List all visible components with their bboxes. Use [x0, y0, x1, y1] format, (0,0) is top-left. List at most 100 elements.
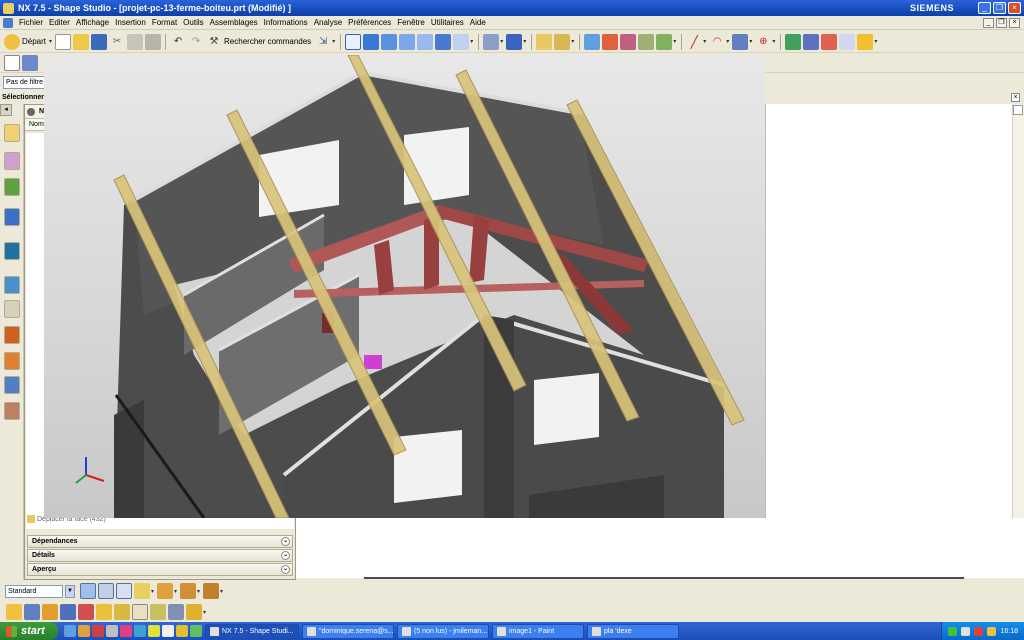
- panel-close-icon[interactable]: ×: [1011, 93, 1020, 102]
- lights-icon[interactable]: [134, 583, 150, 599]
- surface-analysis-icon[interactable]: [584, 33, 601, 50]
- menu-informations[interactable]: Informations: [261, 18, 311, 27]
- menu-outils[interactable]: Outils: [180, 18, 206, 27]
- command-finder-icon[interactable]: ⚒: [206, 34, 222, 50]
- taskbar-button-pla[interactable]: pla 'dexe: [587, 623, 679, 639]
- assembly-navigator-tab-icon[interactable]: [4, 152, 20, 170]
- extrude-icon[interactable]: [785, 33, 802, 50]
- media-icon[interactable]: [92, 625, 104, 637]
- folder-icon[interactable]: [148, 625, 160, 637]
- name-column-label[interactable]: Nom: [29, 121, 44, 128]
- paste-icon[interactable]: [145, 33, 162, 50]
- line-icon[interactable]: ╱: [686, 34, 702, 50]
- close-button[interactable]: ×: [1008, 2, 1021, 14]
- analysis-dropdown-icon[interactable]: ▾: [673, 38, 676, 45]
- layer-icon[interactable]: [483, 33, 500, 50]
- snap-icon[interactable]: [42, 604, 58, 620]
- network-icon[interactable]: [948, 626, 958, 636]
- spline-dropdown-icon[interactable]: ▾: [749, 38, 752, 45]
- pin-icon[interactable]: [27, 107, 35, 116]
- antivirus-icon[interactable]: [974, 626, 984, 636]
- palette-tab-icon[interactable]: [4, 300, 20, 318]
- menu-assemblages[interactable]: Assemblages: [207, 18, 261, 27]
- chevron-down-icon[interactable]: ⌄: [281, 565, 290, 574]
- cut-icon[interactable]: ✂: [109, 34, 125, 50]
- save-icon[interactable]: [91, 33, 108, 50]
- back-arrow-icon[interactable]: ◂: [0, 104, 12, 116]
- chamfer-icon[interactable]: [857, 33, 874, 50]
- graphics-window[interactable]: [44, 55, 765, 518]
- volume-icon[interactable]: [961, 626, 971, 636]
- spline-icon[interactable]: [732, 33, 749, 50]
- clock-tab-icon[interactable]: [4, 276, 20, 294]
- fit-view-icon[interactable]: [345, 33, 362, 50]
- start-button-label[interactable]: Départ: [22, 37, 46, 46]
- clock[interactable]: 16:18: [1000, 628, 1018, 635]
- studio-dropdown-icon[interactable]: ▾: [220, 588, 223, 595]
- menu-affichage[interactable]: Affichage: [73, 18, 112, 27]
- filter-dropdown-icon[interactable]: ▾: [332, 38, 335, 45]
- view-front-icon[interactable]: [363, 33, 380, 50]
- command-finder-label[interactable]: Rechercher commandes: [224, 37, 311, 46]
- move-icon[interactable]: [186, 604, 202, 620]
- process-studio-tab-icon[interactable]: [4, 326, 20, 344]
- view-iso-icon[interactable]: [381, 33, 398, 50]
- display-dropdown-icon[interactable]: ▾: [523, 38, 526, 45]
- mirror-icon[interactable]: [78, 604, 94, 620]
- system-scene-tab-icon[interactable]: [4, 376, 20, 394]
- nx-launch-icon[interactable]: [176, 625, 188, 637]
- history-tab-icon[interactable]: [4, 242, 20, 260]
- revolve-icon[interactable]: [803, 33, 820, 50]
- texture-icon[interactable]: [180, 583, 197, 599]
- pattern-icon[interactable]: [96, 604, 112, 620]
- house-3d-model[interactable]: [44, 55, 765, 518]
- messenger-tray-icon[interactable]: [987, 626, 997, 636]
- view-dropdown-icon[interactable]: ▾: [470, 38, 473, 45]
- menu-editer[interactable]: Editer: [46, 18, 73, 27]
- part-navigator-tab-icon[interactable]: [4, 124, 20, 142]
- constraint-icon[interactable]: [60, 604, 76, 620]
- reuse-library-tab-icon[interactable]: [4, 178, 20, 196]
- wireframe-icon[interactable]: [116, 583, 132, 599]
- chevron-down-icon[interactable]: ▼: [65, 584, 75, 598]
- chevron-down-icon[interactable]: ⌄: [281, 537, 290, 546]
- studio-icon[interactable]: [203, 583, 220, 599]
- menu-preferences[interactable]: Préférences: [345, 18, 394, 27]
- minimize-button[interactable]: _: [978, 2, 991, 14]
- explorer-icon[interactable]: [78, 625, 90, 637]
- view-style-select[interactable]: Standard: [5, 584, 63, 598]
- notepad-icon[interactable]: [162, 625, 174, 637]
- undo-icon[interactable]: ↶: [170, 34, 186, 50]
- app-icon[interactable]: [120, 625, 132, 637]
- lights-dropdown-icon[interactable]: ▾: [151, 588, 154, 595]
- messenger-icon[interactable]: [134, 625, 146, 637]
- open-folder-icon[interactable]: [73, 33, 90, 50]
- line-dropdown-icon[interactable]: ▾: [703, 38, 706, 45]
- details-section[interactable]: Détails ⌄: [27, 549, 293, 562]
- move-dropdown-icon[interactable]: ▾: [203, 609, 206, 616]
- blend-icon[interactable]: [839, 33, 856, 50]
- roles-tab-icon[interactable]: [4, 352, 20, 370]
- sketch-icon[interactable]: [4, 54, 20, 71]
- start-dropdown-icon[interactable]: ▾: [49, 38, 52, 45]
- user-role-tab-icon[interactable]: [4, 402, 20, 420]
- view-right-icon[interactable]: [417, 33, 434, 50]
- doc-restore-button[interactable]: ❐: [996, 17, 1007, 28]
- highlighted-face[interactable]: [364, 355, 382, 369]
- document-menu-icon[interactable]: [3, 17, 13, 28]
- taskbar-button-mail[interactable]: "dominique.serena@s...: [302, 623, 394, 639]
- ie-icon[interactable]: [64, 625, 76, 637]
- draft-icon[interactable]: [620, 33, 637, 50]
- selection-filter-icon[interactable]: ⇲: [315, 34, 331, 50]
- deviation-icon[interactable]: [656, 33, 673, 50]
- chevron-down-icon[interactable]: ⌄: [281, 551, 290, 560]
- datum-plane-icon[interactable]: [22, 54, 38, 71]
- material-dropdown-icon[interactable]: ▾: [174, 588, 177, 595]
- scroll-up-icon[interactable]: [1013, 105, 1023, 115]
- rotate-view-icon[interactable]: [435, 33, 452, 50]
- desktop-icon[interactable]: [106, 625, 118, 637]
- orient-icon[interactable]: [24, 604, 40, 620]
- shaded-icon[interactable]: [98, 583, 114, 599]
- view-top-icon[interactable]: [399, 33, 416, 50]
- taskbar-button-nx[interactable]: NX 7.5 - Shape Studi...: [205, 623, 299, 639]
